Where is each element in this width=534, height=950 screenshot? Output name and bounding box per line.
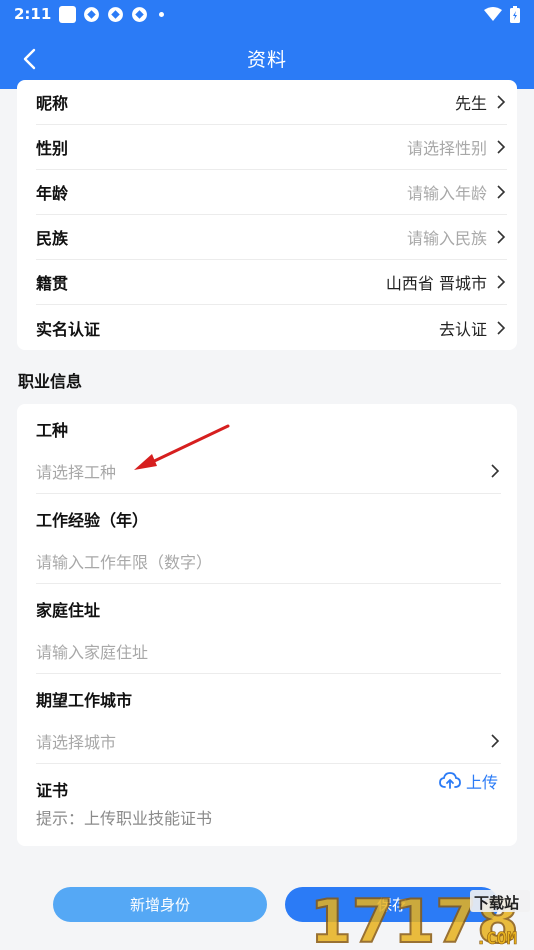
address-input[interactable]: 请输入家庭住址 bbox=[36, 629, 501, 674]
certificate-label: 证书 bbox=[36, 781, 69, 800]
certificate-hint: 提示：上传职业技能证书 bbox=[36, 809, 213, 828]
chevron-right-icon bbox=[497, 320, 506, 335]
row-gender[interactable]: 性别 请选择性别 bbox=[36, 125, 507, 170]
row-real-name-verification[interactable]: 实名认证 去认证 bbox=[36, 305, 507, 350]
page-title: 资料 bbox=[246, 49, 287, 71]
status-bar: 2:11 bbox=[0, 0, 534, 28]
row-label: 民族 bbox=[36, 229, 69, 248]
job-type-placeholder: 请选择工种 bbox=[36, 463, 117, 482]
battery-icon bbox=[510, 5, 520, 23]
experience-label: 工作经验（年） bbox=[36, 511, 149, 530]
app-notification-icon bbox=[84, 6, 100, 22]
notification-icon bbox=[59, 5, 77, 23]
row-value: 山西省 晋城市 bbox=[385, 274, 487, 293]
city-placeholder: 请选择城市 bbox=[36, 733, 117, 752]
chevron-right-icon bbox=[491, 464, 500, 478]
chevron-right-icon bbox=[497, 185, 506, 199]
row-label: 昵称 bbox=[36, 94, 69, 113]
experience-placeholder: 请输入工作年限（数字） bbox=[36, 553, 213, 572]
row-label: 籍贯 bbox=[36, 274, 69, 293]
section-title-career: 职业信息 bbox=[18, 372, 83, 391]
row-label: 性别 bbox=[36, 139, 69, 158]
app-notification-icon bbox=[108, 6, 124, 22]
address-label: 家庭住址 bbox=[36, 601, 101, 620]
row-label: 年龄 bbox=[36, 184, 69, 203]
row-ethnicity[interactable]: 民族 请输入民族 bbox=[36, 215, 507, 260]
upload-label: 上传 bbox=[465, 773, 498, 792]
job-type-select[interactable]: 请选择工种 bbox=[36, 449, 501, 494]
row-value: 去认证 bbox=[438, 319, 487, 339]
row-value: 请输入年龄 bbox=[406, 184, 487, 203]
chevron-right-icon bbox=[497, 95, 506, 109]
row-age[interactable]: 年龄 请输入年龄 bbox=[36, 170, 507, 215]
add-identity-button[interactable]: 新增身份 bbox=[53, 887, 267, 922]
job-type-label: 工种 bbox=[36, 421, 69, 440]
city-label: 期望工作城市 bbox=[36, 691, 133, 710]
upload-certificate-button[interactable]: 上传 bbox=[439, 769, 498, 793]
row-hometown[interactable]: 籍贯 山西省 晋城市 bbox=[36, 260, 507, 305]
svg-text:下载站: 下载站 bbox=[474, 894, 519, 912]
annotation-arrow-icon bbox=[134, 424, 230, 470]
app-header: 2:11 资料 bbox=[0, 0, 534, 89]
row-label: 实名认证 bbox=[36, 319, 101, 339]
experience-input[interactable]: 请输入工作年限（数字） bbox=[36, 539, 501, 584]
app-notification-icon bbox=[132, 6, 148, 22]
row-value: 先生 bbox=[454, 94, 487, 113]
career-card: 工种 请选择工种 工作经验（年） 请输入工作年限（数字） 家庭住址 请输入家庭住… bbox=[17, 404, 517, 846]
more-notifications-icon bbox=[159, 11, 165, 17]
row-nickname[interactable]: 昵称 先生 bbox=[36, 80, 507, 125]
wifi-icon bbox=[484, 6, 502, 21]
back-arrow-icon bbox=[23, 48, 36, 70]
city-select[interactable]: 请选择城市 bbox=[36, 719, 501, 764]
chevron-right-icon bbox=[497, 140, 506, 154]
back-button[interactable] bbox=[14, 44, 44, 74]
status-time: 2:11 bbox=[14, 5, 52, 23]
address-placeholder: 请输入家庭住址 bbox=[36, 643, 149, 662]
row-value: 请选择性别 bbox=[406, 139, 487, 158]
site-watermark-logo: 17178 下载站 .COM bbox=[310, 886, 530, 950]
chevron-right-icon bbox=[497, 275, 506, 289]
svg-text:.COM: .COM bbox=[476, 929, 517, 949]
row-value: 请输入民族 bbox=[406, 229, 487, 248]
chevron-right-icon bbox=[497, 230, 506, 244]
profile-card: 昵称 先生 性别 请选择性别 年龄 请输入年龄 民族 请输入民族 籍贯 山西省 … bbox=[17, 80, 517, 350]
chevron-right-icon bbox=[491, 734, 500, 748]
cloud-upload-icon bbox=[439, 772, 461, 789]
